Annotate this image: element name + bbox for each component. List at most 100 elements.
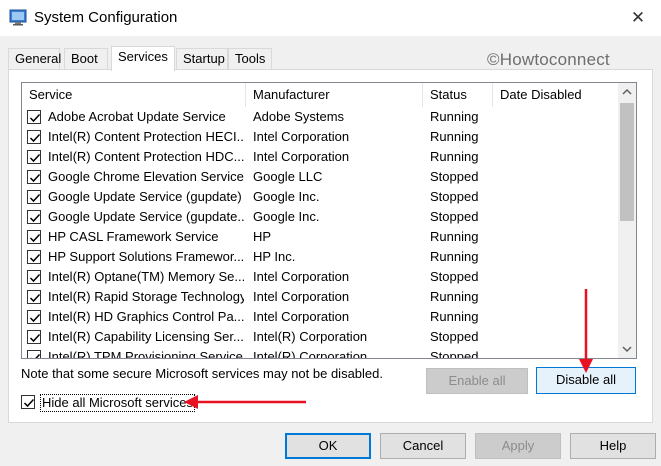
vertical-scrollbar[interactable] [618, 83, 636, 358]
checkmark-icon [29, 253, 41, 263]
service-checkbox[interactable] [27, 210, 41, 224]
service-checkbox[interactable] [27, 170, 41, 184]
scroll-thumb[interactable] [620, 103, 634, 221]
service-name-cell: HP Support Solutions Framewor... [48, 249, 244, 264]
table-row[interactable]: Google Update Service (gupdate... Google … [22, 207, 618, 227]
date-disabled-cell [500, 327, 616, 347]
manufacturer-cell: HP Inc. [253, 249, 296, 264]
checkmark-icon [29, 173, 41, 183]
table-row[interactable]: Intel(R) Rapid Storage Technology Intel C… [22, 287, 618, 307]
status-cell: Stopped [430, 169, 479, 184]
table-row[interactable]: Intel(R) Capability Licensing Ser... Inte… [22, 327, 618, 347]
column-header-status[interactable]: Status [423, 83, 493, 107]
date-disabled-cell [500, 127, 616, 147]
service-name-cell: Google Chrome Elevation Service [48, 169, 244, 184]
service-checkbox[interactable] [27, 190, 41, 204]
service-name-cell: Google Update Service (gupdate) [48, 189, 242, 204]
date-disabled-cell [500, 187, 616, 207]
checkmark-icon [29, 213, 41, 223]
table-row[interactable]: Intel(R) Optane(TM) Memory Se... Intel Co… [22, 267, 618, 287]
service-name-cell: Intel(R) Rapid Storage Technology [48, 289, 244, 304]
checkbox[interactable] [21, 395, 35, 409]
column-header-date-disabled[interactable]: Date Disabled [493, 83, 618, 107]
status-cell: Stopped [430, 269, 479, 284]
apply-button[interactable]: Apply [475, 433, 561, 459]
service-checkbox[interactable] [27, 150, 41, 164]
tab-boot[interactable]: Boot [64, 48, 108, 70]
services-list[interactable]: Service Manufacturer Status Date Disable… [21, 82, 637, 359]
checkmark-icon [29, 153, 41, 163]
watermark: ©Howtoconnect [487, 50, 610, 69]
status-cell: Stopped [430, 209, 479, 224]
checkmark-icon [23, 398, 35, 408]
status-cell: Stopped [430, 329, 479, 344]
title-bar: System Configuration ✕ [0, 0, 661, 36]
table-row[interactable]: Intel(R) Content Protection HDC... Intel … [22, 147, 618, 167]
service-name-cell: Intel(R) Optane(TM) Memory Se... [48, 269, 244, 284]
table-row[interactable]: HP Support Solutions Framewor... HP Inc. R… [22, 247, 618, 267]
column-header-manufacturer[interactable]: Manufacturer [246, 83, 423, 107]
checkmark-icon [29, 133, 41, 143]
service-checkbox[interactable] [27, 270, 41, 284]
service-checkbox[interactable] [27, 230, 41, 244]
service-name-cell: Intel(R) Content Protection HECI... [48, 129, 244, 144]
chevron-down-icon [622, 346, 632, 352]
date-disabled-cell [500, 147, 616, 167]
date-disabled-cell [500, 347, 616, 358]
checkmark-icon [29, 233, 41, 243]
manufacturer-cell: Intel Corporation [253, 129, 350, 144]
scroll-up-button[interactable] [618, 83, 636, 101]
service-checkbox[interactable] [27, 350, 41, 358]
service-checkbox[interactable] [27, 290, 41, 304]
tab-services[interactable]: Services [111, 46, 175, 71]
manufacturer-cell: Adobe Systems [253, 109, 345, 124]
scroll-down-button[interactable] [618, 340, 636, 358]
help-button[interactable]: Help [570, 433, 656, 459]
table-row[interactable]: HP CASL Framework Service HP Running [22, 227, 618, 247]
msconfig-icon [9, 9, 27, 26]
service-name-cell: Intel(R) Capability Licensing Ser... [48, 329, 244, 344]
service-name-cell: HP CASL Framework Service [48, 229, 219, 244]
date-disabled-cell [500, 227, 616, 247]
service-checkbox[interactable] [27, 110, 41, 124]
service-checkbox[interactable] [27, 310, 41, 324]
chevron-up-icon [622, 89, 632, 95]
hide-microsoft-services-label[interactable]: Hide all Microsoft services [40, 394, 195, 412]
tab-tools[interactable]: Tools [228, 48, 272, 70]
close-button[interactable]: ✕ [615, 0, 661, 36]
tab-startup[interactable]: Startup [176, 48, 228, 70]
manufacturer-cell: Google Inc. [253, 209, 320, 224]
table-row[interactable]: Adobe Acrobat Update Service Adobe System… [22, 107, 618, 127]
date-disabled-cell [500, 167, 616, 187]
column-header-service[interactable]: Service [22, 83, 246, 107]
date-disabled-cell [500, 287, 616, 307]
checkmark-icon [30, 353, 41, 358]
enable-all-button[interactable]: Enable all [426, 368, 528, 394]
checkmark-icon [29, 333, 41, 343]
status-cell: Running [430, 309, 479, 324]
date-disabled-cell [500, 247, 616, 267]
note-text: Note that some secure Microsoft services… [21, 366, 383, 381]
service-checkbox[interactable] [27, 130, 41, 144]
status-cell: Running [430, 129, 479, 144]
service-checkbox[interactable] [27, 330, 41, 344]
manufacturer-cell: Google LLC [253, 169, 323, 184]
status-cell: Running [430, 229, 479, 244]
table-row[interactable]: Google Update Service (gupdate) Google In… [22, 187, 618, 207]
service-name-cell: Intel(R) TPM Provisioning Service [48, 349, 243, 359]
service-name-cell: Google Update Service (gupdate... [48, 209, 244, 224]
status-cell: Running [430, 289, 479, 304]
annotation-arrow-left [184, 395, 306, 409]
window-title: System Configuration [34, 9, 178, 26]
manufacturer-cell: Google Inc. [253, 189, 320, 204]
table-row[interactable]: Google Chrome Elevation Service Google LL… [22, 167, 618, 187]
service-checkbox[interactable] [27, 250, 41, 264]
table-row[interactable]: Intel(R) HD Graphics Control Pa... Intel … [22, 307, 618, 327]
table-row[interactable]: Intel(R) Content Protection HECI... Intel… [22, 127, 618, 147]
status-cell: Running [430, 109, 479, 124]
ok-button[interactable]: OK [285, 433, 371, 459]
tab-general[interactable]: General [8, 48, 61, 70]
checkmark-icon [29, 193, 41, 203]
cancel-button[interactable]: Cancel [380, 433, 466, 459]
table-row[interactable]: Intel(R) TPM Provisioning Service Intel(R… [22, 347, 618, 359]
